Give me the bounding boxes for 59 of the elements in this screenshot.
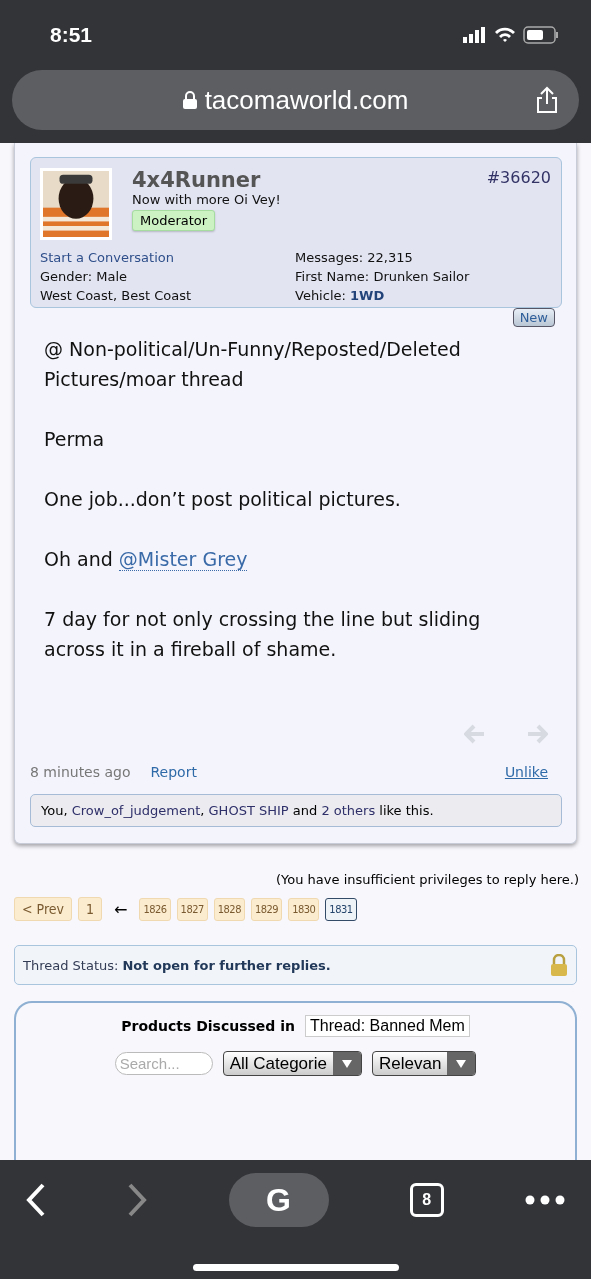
likes-text: You,: [41, 803, 69, 818]
likes-text: ,: [200, 803, 206, 818]
status-value: Not open for further replies.: [122, 957, 331, 973]
post-time: 8 minutes ago: [30, 764, 131, 780]
padlock-icon: [550, 954, 568, 976]
post-text: One job...don’t post political pictures.: [44, 487, 402, 512]
sort-select[interactable]: Relevan: [371, 1051, 477, 1076]
wifi-icon: [494, 27, 516, 43]
caret-icon: [456, 1059, 467, 1068]
username[interactable]: 4x4Runner: [132, 168, 261, 192]
thread-field[interactable]: Thread: Banned Mem: [305, 1015, 470, 1037]
unlike-link[interactable]: Unlike: [504, 764, 548, 780]
lock-icon: [182, 91, 197, 109]
user-link[interactable]: GHOST SHIP: [208, 803, 289, 818]
signal-icon: [463, 27, 487, 43]
page-button[interactable]: 1826: [139, 897, 171, 921]
tabs-button[interactable]: 8: [409, 1183, 444, 1217]
report-link[interactable]: Report: [150, 764, 197, 780]
page-button[interactable]: 1827: [176, 897, 208, 921]
post-text: Perma: [44, 427, 106, 452]
user-link[interactable]: 2 others: [321, 803, 376, 818]
category-select[interactable]: All Categorie: [222, 1051, 362, 1076]
start-conversation-link[interactable]: Start a Conversation: [40, 250, 295, 265]
new-tag: New: [512, 308, 555, 327]
page-button[interactable]: 1830: [288, 897, 320, 921]
prev-page-button[interactable]: < Prev: [14, 897, 72, 921]
user-info: Gender: Male: [40, 269, 128, 284]
products-title: Products Discussed in: [121, 1018, 296, 1034]
caret-icon: [341, 1059, 352, 1068]
page-button[interactable]: 1828: [213, 897, 245, 921]
back-icon[interactable]: [26, 1183, 46, 1217]
post-text: @ Non-political/Un-Funny/Reposted/Deleted Pictures/moar thread: [44, 337, 462, 392]
page-button[interactable]: 1: [78, 897, 102, 921]
forward-icon[interactable]: [127, 1183, 148, 1217]
moderator-badge: Moderator: [132, 210, 216, 231]
vehicle-info: Vehicle: 1WD: [295, 288, 386, 303]
user-stat: Messages: 22,315: [295, 250, 414, 265]
address-bar[interactable]: tacomaworld.com: [12, 70, 579, 130]
likes-text: and: [291, 803, 319, 818]
status-label: Thread Status:: [23, 957, 119, 973]
google-search-button[interactable]: G: [228, 1173, 329, 1227]
post-text: 7 day for not only crossing the line but sliding across it in a fireball of shame.: [44, 607, 482, 662]
user-stat: First Name: Drunken Sailor: [295, 269, 471, 284]
user-title: Now with more Oi Vey!: [132, 192, 281, 207]
more-icon[interactable]: [525, 1195, 565, 1205]
likes-text: like this.: [378, 803, 434, 818]
arrow-text: ←: [114, 899, 128, 919]
share-icon[interactable]: [535, 86, 559, 114]
page-button[interactable]: 1829: [250, 897, 283, 921]
url-text: tacomaworld.com: [204, 84, 409, 116]
user-info: West Coast, Best Coast: [40, 288, 192, 303]
reply-notice: (You have insufficient privileges to reply here.): [276, 872, 579, 887]
battery-icon: [523, 26, 559, 44]
post-number[interactable]: #36620: [486, 168, 551, 240]
clock-time: 8:51: [50, 23, 93, 47]
post-text: Oh and @Mister Grey: [44, 547, 249, 573]
mention-link[interactable]: @Mister Grey: [118, 548, 248, 571]
page-button[interactable]: 1831: [325, 897, 357, 921]
search-field[interactable]: Search...: [114, 1052, 213, 1075]
